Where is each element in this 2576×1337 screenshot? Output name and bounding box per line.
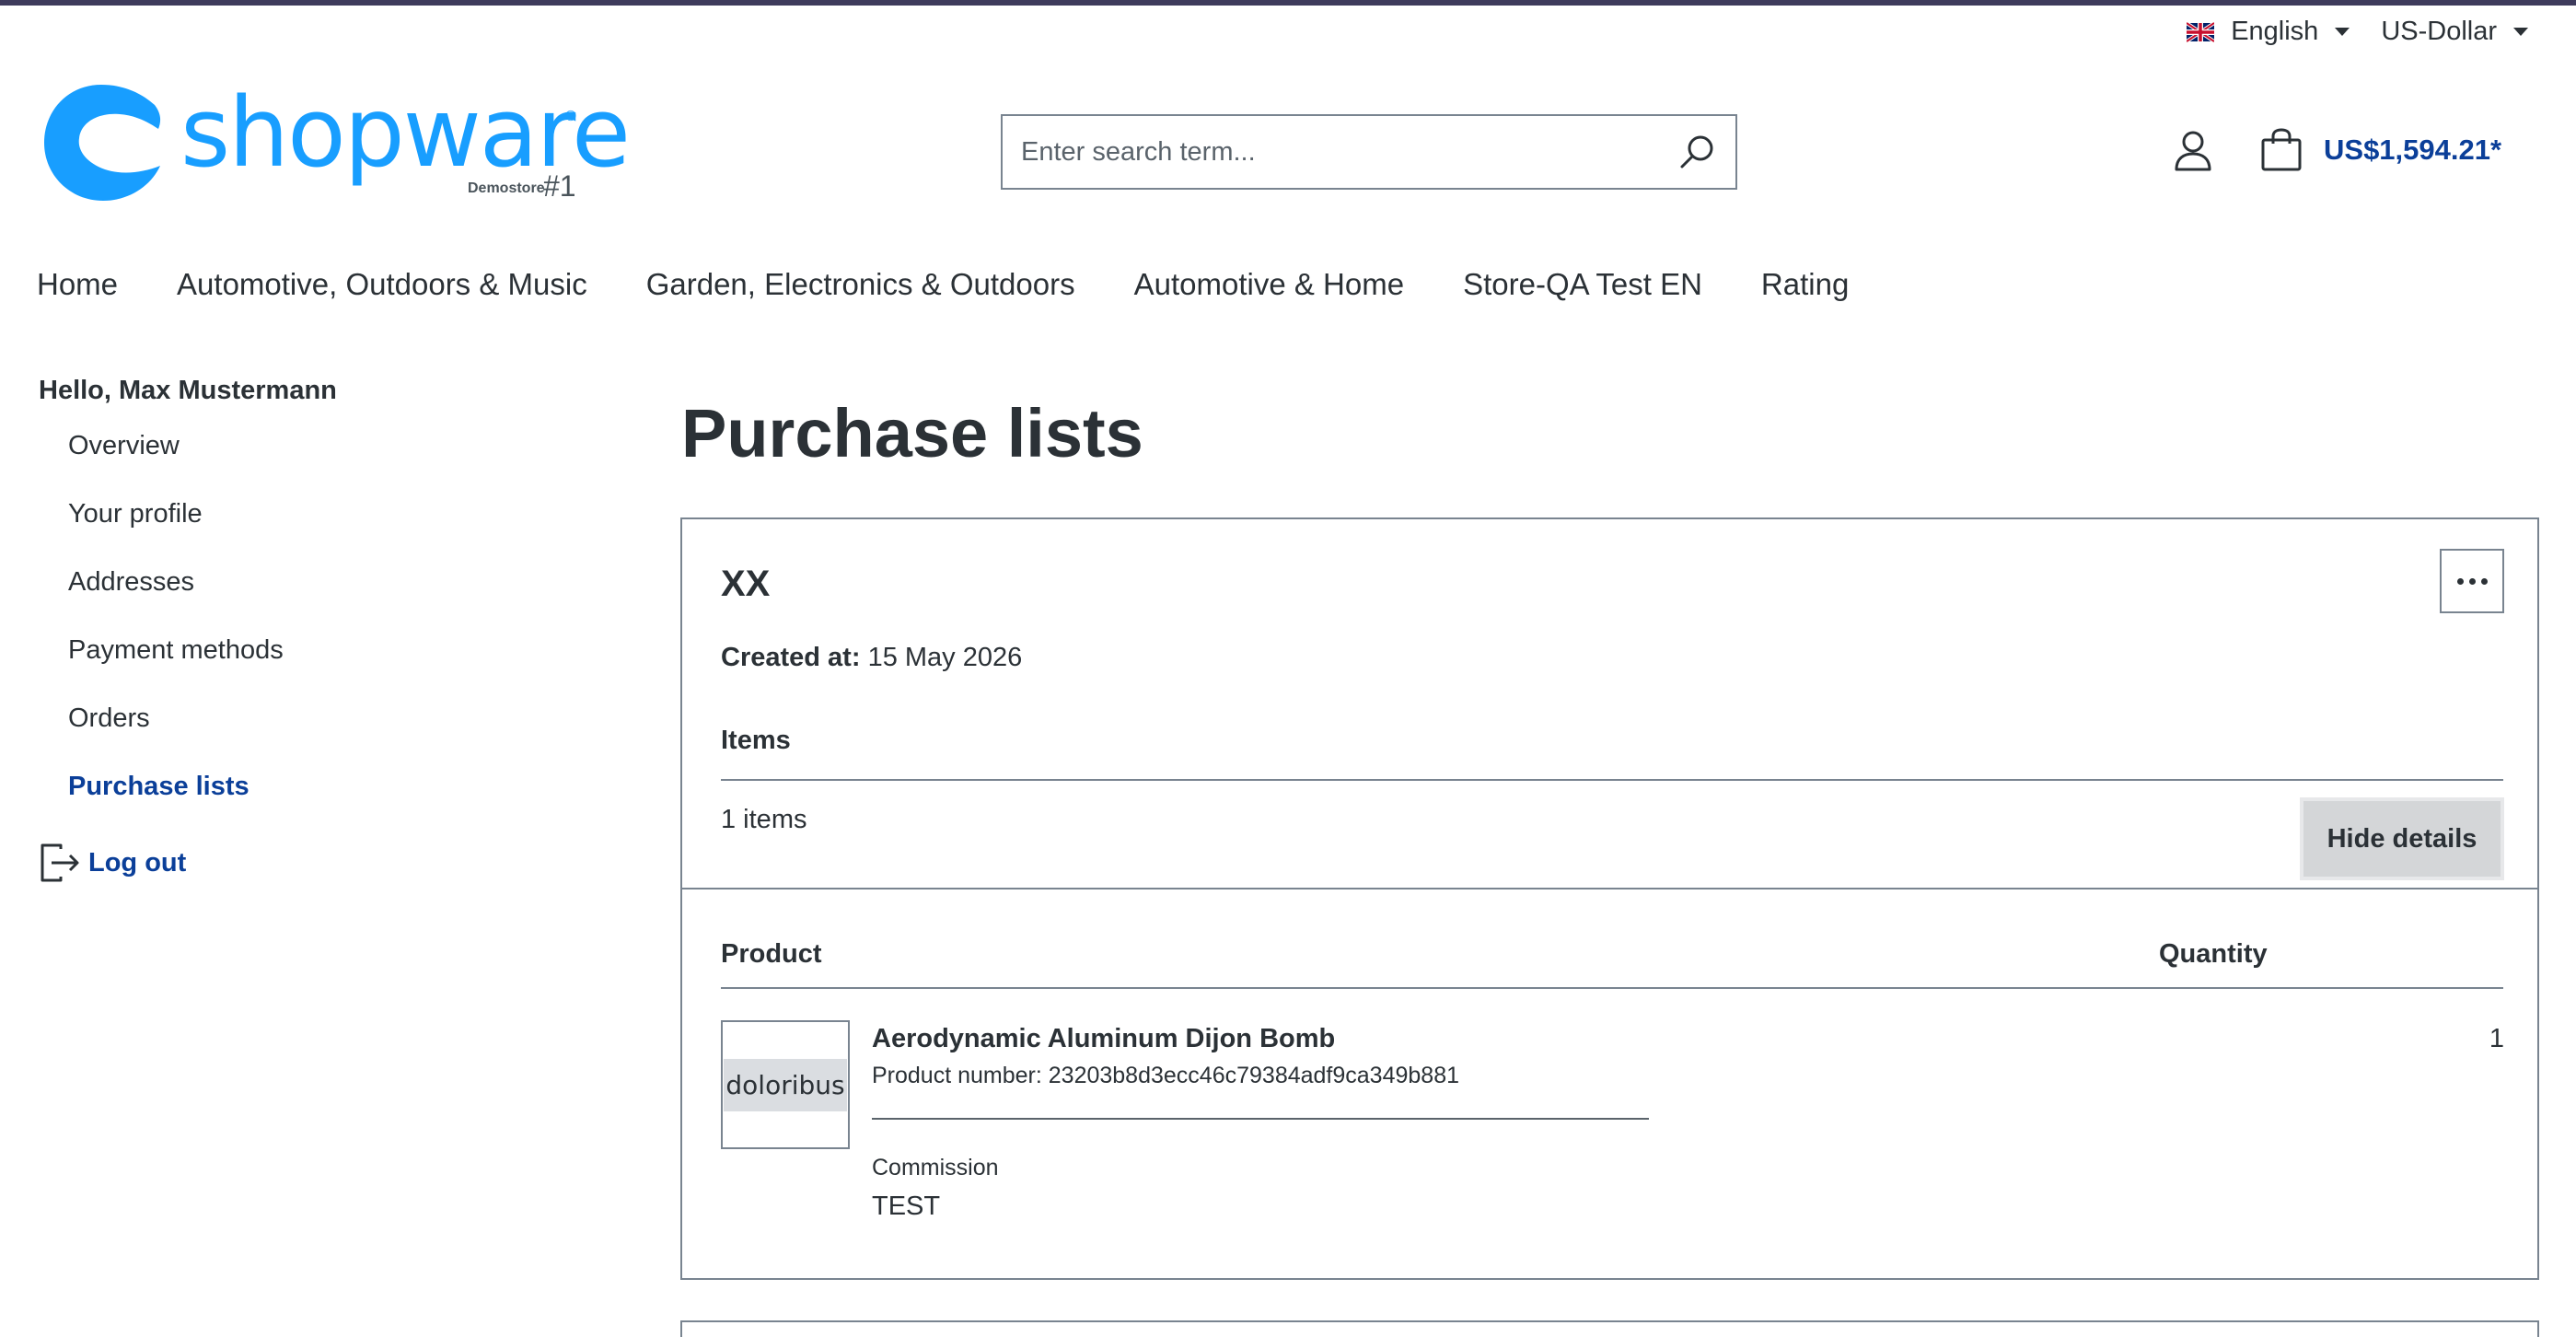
product-thumbnail-text: doloribus <box>724 1058 847 1111</box>
dot-icon <box>2456 577 2464 585</box>
logo-number: #1 <box>543 169 576 203</box>
shopware-logo-icon <box>44 85 161 201</box>
items-heading: Items <box>721 726 791 755</box>
currency-label: US-Dollar <box>2381 17 2497 46</box>
commission-value: TEST <box>872 1192 941 1221</box>
logo-text: shopware <box>180 76 631 189</box>
items-count: 1 items <box>721 805 807 834</box>
column-header-product: Product <box>721 939 822 969</box>
currency-dropdown[interactable]: US-Dollar <box>2381 17 2528 47</box>
language-dropdown[interactable]: English <box>2187 17 2350 47</box>
cart-total: US$1,594.21* <box>2324 134 2502 166</box>
sidebar-item-profile[interactable]: Your profile <box>68 497 284 565</box>
language-label: English <box>2231 17 2319 46</box>
hide-details-button[interactable]: Hide details <box>2300 797 2504 880</box>
product-number: Product number: 23203b8d3ecc46c79384adf9… <box>872 1063 1460 1088</box>
shopping-bag-icon <box>2261 128 2302 171</box>
shopware-logo[interactable]: shopware ® Demostore #1 <box>44 85 631 210</box>
purchase-list-card-next <box>680 1320 2539 1337</box>
product-name[interactable]: Aerodynamic Aluminum Dijon Bomb <box>872 1024 1335 1054</box>
page-title: Purchase lists <box>681 395 1143 471</box>
divider <box>721 987 2503 989</box>
purchase-list-name: XX <box>721 564 771 604</box>
more-options-button[interactable] <box>2440 549 2504 613</box>
main-navigation: Home Automotive, Outdoors & Music Garden… <box>37 267 1849 302</box>
account-icon[interactable] <box>2171 129 2215 173</box>
divider <box>682 888 2537 889</box>
nav-item-garden-electronics-outdoors[interactable]: Garden, Electronics & Outdoors <box>646 267 1075 302</box>
registered-icon: ® <box>565 109 576 124</box>
sidebar-item-purchase-lists[interactable]: Purchase lists <box>68 770 284 838</box>
account-sidebar: Overview Your profile Addresses Payment … <box>68 429 284 838</box>
logout-icon <box>41 843 79 882</box>
product-quantity: 1 <box>2489 1024 2504 1053</box>
created-at-label: Created at: <box>721 643 861 672</box>
nav-item-automotive-home[interactable]: Automotive & Home <box>1134 267 1404 302</box>
purchase-list-card: XX Created at: 15 May 2026 Items 1 items… <box>680 517 2539 1280</box>
search-icon[interactable] <box>1677 132 1717 172</box>
account-greeting: Hello, Max Mustermann <box>39 376 337 405</box>
nav-item-home[interactable]: Home <box>37 267 118 302</box>
search-input[interactable] <box>1021 136 1677 168</box>
product-thumbnail[interactable]: doloribus <box>721 1020 850 1149</box>
logout-label: Log out <box>88 847 187 878</box>
commission-label: Commission <box>872 1155 999 1180</box>
chevron-down-icon <box>2335 28 2350 36</box>
nav-item-store-qa-test[interactable]: Store-QA Test EN <box>1463 267 1702 302</box>
created-at: Created at: 15 May 2026 <box>721 643 1022 673</box>
dot-icon <box>2480 577 2488 585</box>
sidebar-item-orders[interactable]: Orders <box>68 702 284 770</box>
sidebar-item-payment-methods[interactable]: Payment methods <box>68 634 284 702</box>
chevron-down-icon <box>2513 28 2528 36</box>
logo-demostore: Demostore <box>468 180 545 196</box>
uk-flag-icon <box>2187 21 2215 42</box>
cart-button[interactable]: US$1,594.21* <box>2259 127 2501 173</box>
column-header-quantity: Quantity <box>2159 939 2268 969</box>
created-at-value: 15 May 2026 <box>867 643 1023 672</box>
search-box <box>1001 114 1737 190</box>
divider <box>721 779 2503 781</box>
dot-icon <box>2468 577 2476 585</box>
topbar: English US-Dollar <box>2187 17 2528 47</box>
nav-item-rating[interactable]: Rating <box>1761 267 1849 302</box>
nav-item-automotive-outdoors-music[interactable]: Automotive, Outdoors & Music <box>177 267 587 302</box>
sidebar-item-addresses[interactable]: Addresses <box>68 565 284 634</box>
top-border <box>0 0 2576 6</box>
divider <box>872 1118 1649 1120</box>
sidebar-item-overview[interactable]: Overview <box>68 429 284 497</box>
logout-link[interactable]: Log out <box>39 842 186 884</box>
